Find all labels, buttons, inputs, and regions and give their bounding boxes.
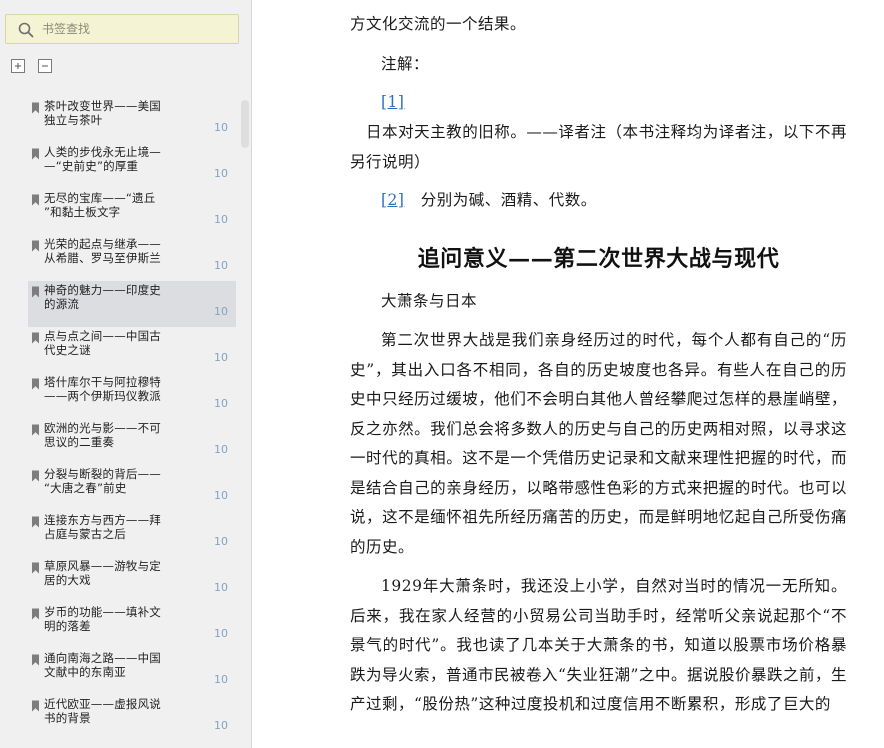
chapter-title: 追问意义——第二次世界大战与现代 <box>417 246 780 272</box>
bookmark-title: 分裂与断裂的背后—— “大唐之春”前史 <box>44 467 161 495</box>
bookmark-icon <box>32 332 39 344</box>
bookmark-page-number: 10 <box>214 535 228 548</box>
bookmark-page-number: 10 <box>214 167 228 180</box>
bookmark-page-number: 10 <box>214 121 228 134</box>
bookmark-item[interactable]: 连接东方与西方——拜 占庭与蒙古之后 10 <box>28 511 236 557</box>
bookmark-page-number: 10 <box>214 213 228 226</box>
bookmark-item[interactable]: 近代欧亚——虚报风说 书的背景 10 <box>28 695 236 741</box>
bookmark-page-number: 10 <box>214 627 228 640</box>
reading-pane: 方文化交流的一个结果。 注解： [1] 日本对天主教的旧称。——译者注（本书注释… <box>253 0 884 748</box>
bookmark-item[interactable]: 茶叶改变世界——美国 独立与茶叶 10 <box>28 97 236 143</box>
bookmark-title: 光荣的起点与继承—— 从希腊、罗马至伊斯兰 <box>44 237 161 265</box>
bookmark-search-box[interactable] <box>5 14 239 44</box>
bookmark-icon <box>32 148 39 160</box>
bookmark-icon <box>32 102 39 114</box>
bookmark-page-number: 10 <box>214 259 228 272</box>
bookmark-title: 人类的步伐永无止境— —“史前史”的厚重 <box>44 145 161 173</box>
bookmark-title: 神奇的魅力——印度史 的源流 <box>44 283 161 311</box>
note-2-link[interactable]: [2] <box>381 191 404 209</box>
note-2-line: [2] 分别为碱、酒精、代数。 <box>350 186 847 216</box>
bookmark-item[interactable]: 欧洲的光与影——不可 思议的二重奏 10 <box>28 419 236 465</box>
note-2-text: 分别为碱、酒精、代数。 <box>420 191 597 209</box>
expand-all-button[interactable] <box>11 59 25 73</box>
body-paragraph: 第二次世界大战是我们亲身经历过的时代，每个人都有自己的“历史”，其出入口各不相同… <box>350 331 847 556</box>
note-1-text: 日本对天主教的旧称。——译者注（本书注释均为译者注，以下不再另行说明） <box>350 123 847 171</box>
collapse-all-button[interactable] <box>38 59 52 73</box>
bookmark-title: 连接东方与西方——拜 占庭与蒙古之后 <box>44 513 161 541</box>
bookmark-icon <box>32 194 39 206</box>
search-icon <box>18 22 34 38</box>
note-1-ref-line: [1] <box>350 88 847 118</box>
bookmark-icon <box>32 516 39 528</box>
bookmark-item[interactable]: 岁币的功能——填补文 明的落差 10 <box>28 603 236 649</box>
bookmark-title: 点与点之间——中国古 代史之谜 <box>44 329 161 357</box>
bookmark-icon <box>32 424 39 436</box>
bookmark-search-input[interactable] <box>42 19 232 39</box>
bookmark-item[interactable]: 点与点之间——中国古 代史之谜 10 <box>28 327 236 373</box>
bookmark-title: 无尽的宝库——“遗丘 ”和黏土板文字 <box>44 191 156 219</box>
bookmark-page-number: 10 <box>214 673 228 686</box>
bookmark-icon <box>32 378 39 390</box>
bookmark-item[interactable]: 光荣的起点与继承—— 从希腊、罗马至伊斯兰 10 <box>28 235 236 281</box>
bookmark-item[interactable]: 人类的步伐永无止境— —“史前史”的厚重 10 <box>28 143 236 189</box>
bookmark-icon <box>32 608 39 620</box>
bookmark-page-number: 10 <box>214 305 228 318</box>
bookmark-icon <box>32 562 39 574</box>
expand-all-icon <box>15 63 21 69</box>
bookmark-title: 塔什库尔干与阿拉穆特 ——两个伊斯玛仪教派 <box>44 375 161 403</box>
bookmark-page-number: 10 <box>214 443 228 456</box>
bookmark-item[interactable]: 通向南海之路——中国 文献中的东南亚 10 <box>28 649 236 695</box>
bookmark-page-number: 10 <box>214 397 228 410</box>
text-line: 方文化交流的一个结果。 <box>350 15 527 33</box>
bookmark-page-number: 10 <box>214 351 228 364</box>
bookmark-title: 草原风暴——游牧与定 居的大戏 <box>44 559 161 587</box>
bookmark-icon <box>32 700 39 712</box>
bookmark-title: 近代欧亚——虚报风说 书的背景 <box>44 697 161 725</box>
bookmark-page-number: 10 <box>214 719 228 732</box>
bookmark-icon <box>32 470 39 482</box>
bookmark-icon <box>32 654 39 666</box>
collapse-all-icon <box>42 65 48 67</box>
bookmark-list: 茶叶改变世界——美国 独立与茶叶 10 人类的步伐永无止境— —“史前史”的厚重 10… <box>28 97 236 741</box>
bookmark-item[interactable]: 神奇的魅力——印度史 的源流 10 <box>28 281 236 327</box>
note-1-link[interactable]: [1] <box>381 93 404 111</box>
body-paragraph: 1929年大萧条时，我还没上小学，自然对当时的情况一无所知。后来，我在家人经营的… <box>350 577 847 713</box>
bookmark-title: 通向南海之路——中国 文献中的东南亚 <box>44 651 161 679</box>
bookmark-icon <box>32 240 39 252</box>
section-title: 大萧条与日本 <box>381 292 478 310</box>
bookmark-icon <box>32 286 39 298</box>
bookmark-title: 茶叶改变世界——美国 独立与茶叶 <box>44 99 161 127</box>
bookmark-title: 欧洲的光与影——不可 思议的二重奏 <box>44 421 161 449</box>
bookmark-item[interactable]: 草原风暴——游牧与定 居的大戏 10 <box>28 557 236 603</box>
bookmark-item[interactable]: 无尽的宝库——“遗丘 ”和黏土板文字 10 <box>28 189 236 235</box>
bookmark-page-number: 10 <box>214 489 228 502</box>
bookmark-title: 岁币的功能——填补文 明的落差 <box>44 605 161 633</box>
notes-label: 注解： <box>381 55 430 73</box>
bookmark-page-number: 10 <box>214 581 228 594</box>
bookmark-sidebar: 茶叶改变世界——美国 独立与茶叶 10 人类的步伐永无止境— —“史前史”的厚重 10… <box>0 0 252 748</box>
bookmark-item[interactable]: 塔什库尔干与阿拉穆特 ——两个伊斯玛仪教派 10 <box>28 373 236 419</box>
bookmark-item[interactable]: 分裂与断裂的背后—— “大唐之春”前史 10 <box>28 465 236 511</box>
sidebar-scrollbar[interactable] <box>241 100 249 148</box>
